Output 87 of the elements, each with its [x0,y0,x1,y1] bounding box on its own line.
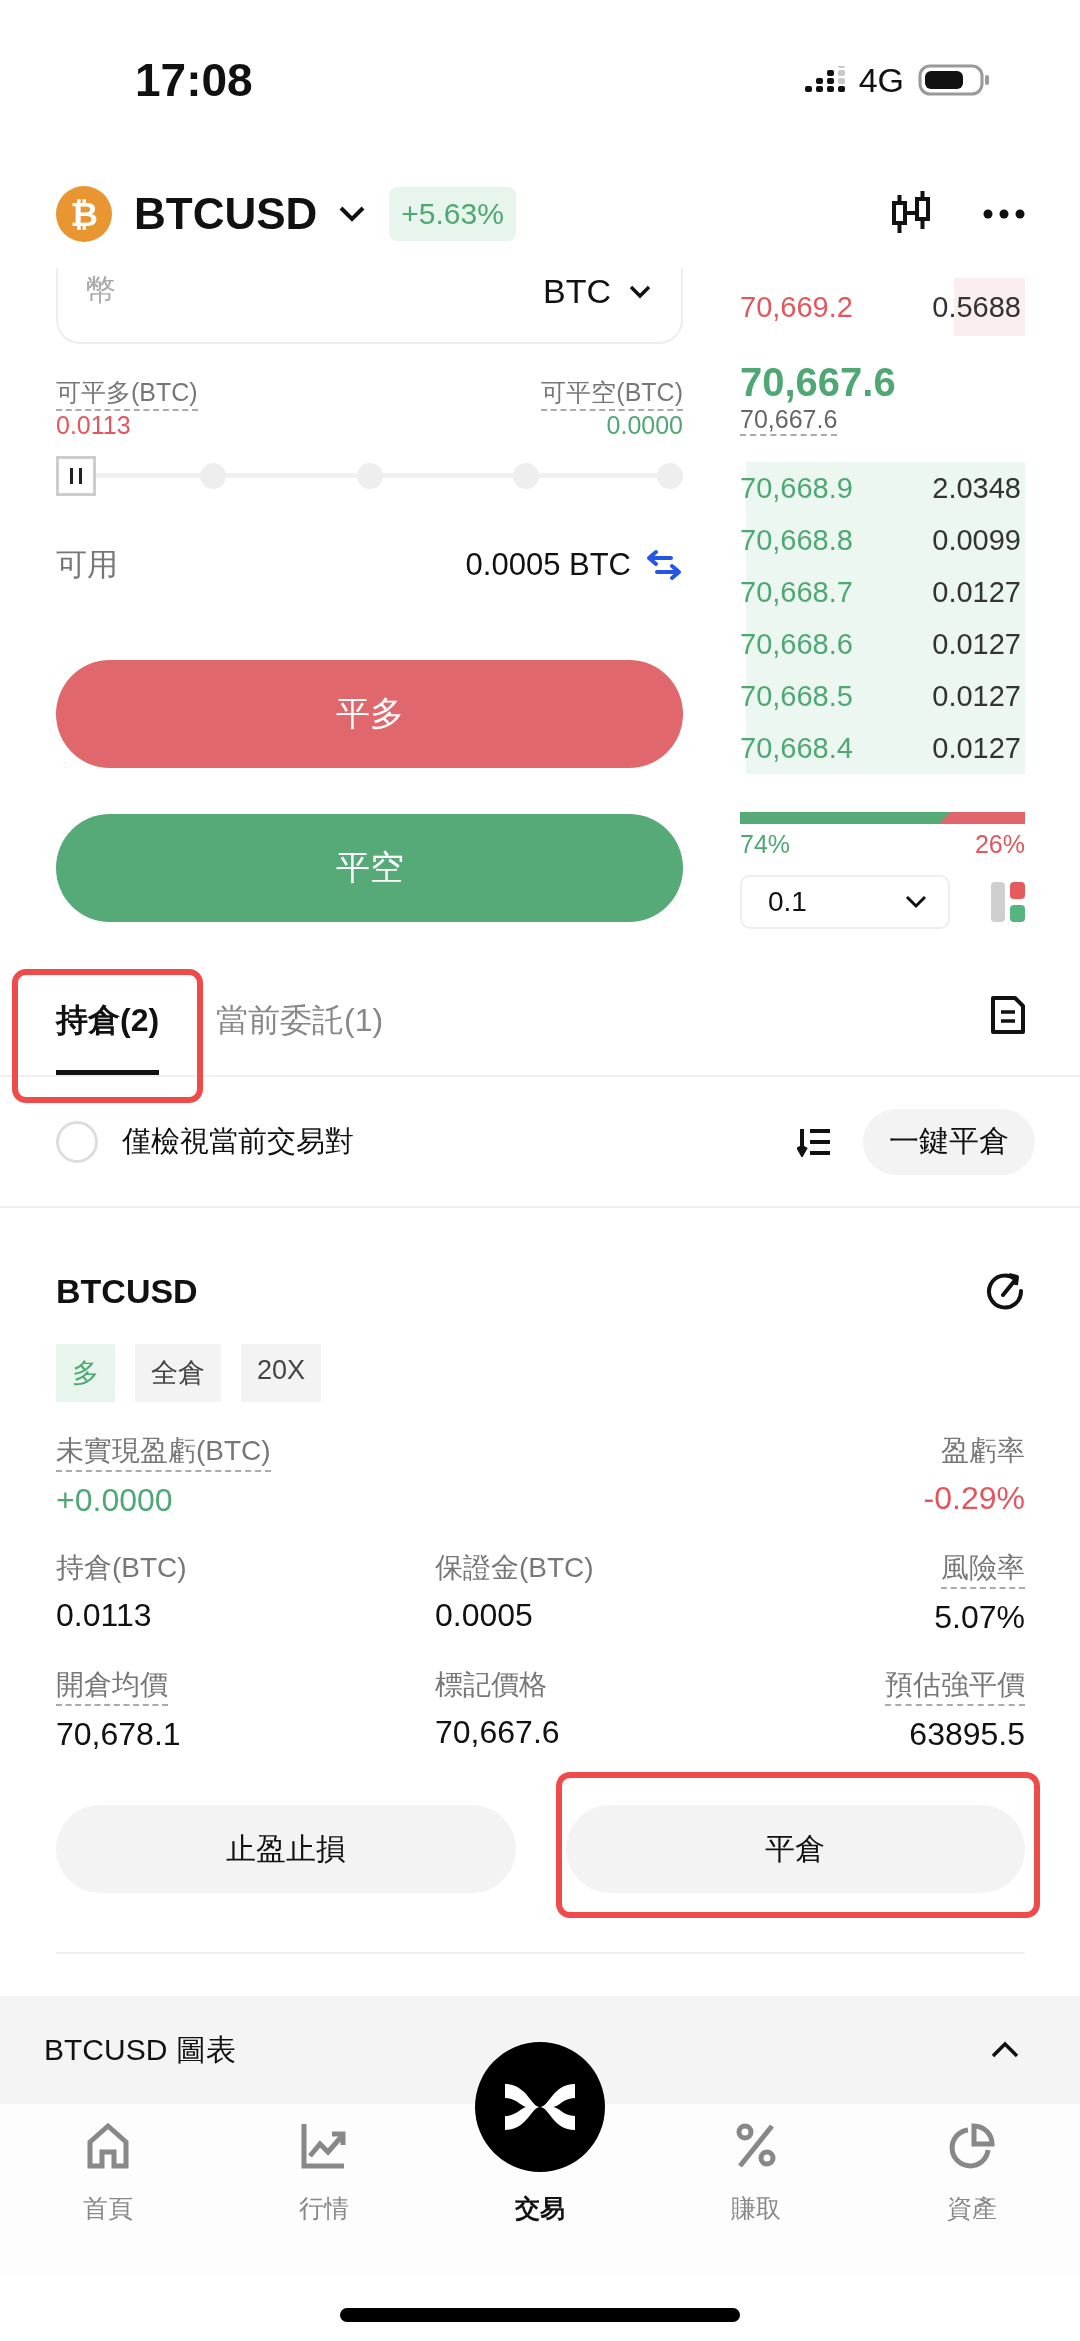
grip-icon [69,468,83,484]
chart-panel-bar[interactable]: BTCUSD 圖表 [0,1996,1080,2104]
transfer-icon[interactable] [645,549,683,581]
price: 70,668.9 [740,471,853,505]
close-all-button[interactable]: 一鍵平倉 [863,1108,1035,1175]
clock: 17:08 [135,53,253,107]
amount: 0.5688 [932,290,1022,324]
stat-value: -0.29% [923,1480,1025,1517]
action-button[interactable]: 平倉 [565,1805,1025,1893]
sell-percent: 26% [974,830,1025,859]
stat-label: 保證金(BTC) [435,1551,594,1585]
mark-price: 70,667.6 [740,405,838,436]
order-book-row[interactable]: 70,668.4 0.0127 [740,722,1025,774]
chevron-up-icon [990,2041,1020,2059]
amount: 0.0127 [932,731,1022,765]
stat-label: 預估強平價 [885,1666,1025,1706]
position-symbol: BTCUSD [56,1271,198,1311]
amount: 0.0127 [932,627,1022,661]
amount: 2.0348 [932,471,1022,505]
amount: 0.0127 [932,679,1022,713]
order-book-row[interactable]: 70,669.2 0.5688 [740,278,1025,336]
pie-chart-icon[interactable] [948,2122,996,2170]
stat-label: 標記價格 [435,1668,547,1702]
battery-icon [918,62,990,98]
network-type: 4G [858,60,904,100]
label: 可平空(BTC) [541,376,683,411]
price: 70,668.4 [740,731,853,765]
nav-label[interactable]: 交易 [515,2192,565,2225]
slider-thumb[interactable] [56,456,96,496]
balance: 0.0005 BTC [465,547,631,583]
amount: 0.0127 [932,575,1022,609]
tick-size: 0.1 [768,886,807,918]
last-price: 70,667.6 [740,360,897,405]
price: 70,668.7 [740,575,853,609]
order-book-row[interactable]: 70,668.7 0.0127 [740,566,1025,618]
value: 0.0113 [56,411,132,440]
tab[interactable]: 持倉(2) [56,999,160,1075]
stat-label: 開倉均價 [56,1666,168,1706]
chart-panel-title: BTCUSD 圖表 [44,2031,236,2068]
order-book-row[interactable]: 70,668.5 0.0127 [740,670,1025,722]
trade-logo-icon[interactable] [475,2042,605,2172]
stat-value: 70,678.1 [56,1716,181,1753]
pair-name[interactable]: BTCUSD [134,189,318,239]
stat-value: 5.07% [934,1599,1025,1636]
stat-value: +0.0000 [56,1482,173,1519]
tab[interactable]: 當前委託(1) [216,999,384,1075]
price: 70,668.8 [740,523,853,557]
stat-value: 0.0113 [56,1597,152,1634]
action-button[interactable]: 止盈止損 [56,1805,516,1893]
checkbox[interactable] [56,1120,98,1163]
unit-value: BTC [543,272,611,311]
stat-value: 63895.5 [909,1716,1025,1753]
layout-icon[interactable] [991,882,1025,922]
more-icon[interactable] [983,209,1025,219]
order-book-row[interactable]: 70,668.8 0.0099 [740,514,1025,566]
value: 0.0000 [606,411,683,440]
unit-field[interactable]: 幣 BTC [56,268,683,344]
signal-icon [804,66,845,94]
chevron-down-icon [904,894,928,910]
order-book-row[interactable]: 70,668.6 0.0127 [740,618,1025,670]
price-change-badge: +5.63% [389,187,516,241]
price: 70,669.2 [740,290,853,324]
price: 70,668.5 [740,679,853,713]
stat-label: 盈虧率 [941,1434,1025,1468]
tick-size-dropdown[interactable]: 0.1 [740,875,950,929]
slider-track[interactable] [56,456,683,496]
tag: 全倉 [135,1344,221,1402]
tag: 20X [241,1344,322,1402]
tag: 多 [56,1344,115,1402]
stat-label: 風險率 [941,1549,1025,1589]
unit-label: 幣 [86,272,116,308]
stat-label: 持倉(BTC) [56,1551,187,1585]
amount: 0.0099 [932,523,1022,557]
label: 可用 [56,546,118,584]
order-book-row[interactable]: 70,668.9 2.0348 [740,462,1025,514]
stat-label: 未實現盈虧(BTC) [56,1432,271,1472]
line-chart-icon[interactable] [300,2122,348,2170]
buy-percent: 74% [740,830,791,859]
checkbox-label: 僅檢視當前交易對 [122,1123,354,1159]
price: 70,668.6 [740,627,853,661]
stat-value: 70,667.6 [435,1714,560,1751]
sort-icon[interactable] [797,1126,831,1157]
stat-value: 0.0005 [435,1597,533,1634]
document-icon[interactable] [991,995,1025,1034]
coin-logo: ₿ [56,186,112,242]
label: 可平多(BTC) [56,376,198,411]
share-icon[interactable] [985,1271,1025,1311]
